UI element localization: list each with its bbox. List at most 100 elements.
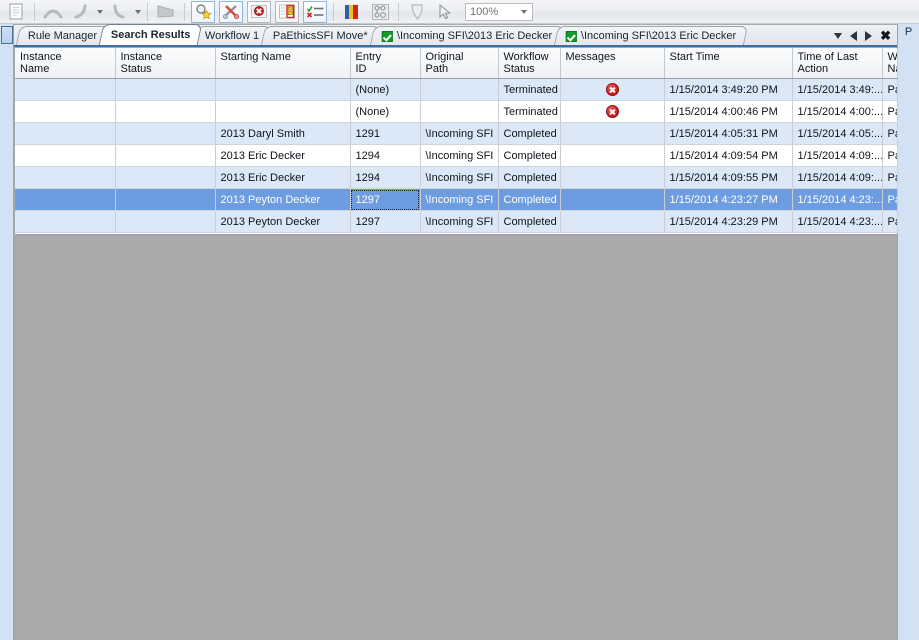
cell-start_time[interactable]: 1/15/2014 4:09:54 PM — [664, 144, 793, 167]
form-properties-icon[interactable] — [275, 0, 299, 23]
search-star-icon[interactable] — [191, 0, 215, 23]
search-results-grid[interactable]: Instance Name Instance Status Starting Nam… — [15, 48, 898, 233]
cell-time_last[interactable]: 1/15/2014 4:09:... — [792, 144, 883, 167]
cell-original_path[interactable]: \Incoming SFI — [420, 122, 499, 145]
tab-0[interactable]: Rule Manager — [15, 26, 110, 45]
cell-workflow_status[interactable]: Completed — [498, 122, 561, 145]
cell-entry_id[interactable]: (None) — [350, 78, 421, 101]
cell-instance_status[interactable] — [115, 210, 216, 233]
cell-original_path[interactable]: \Incoming SFI — [420, 144, 499, 167]
tab-list-dropdown-icon[interactable] — [834, 33, 843, 39]
curve-arc-icon[interactable] — [107, 1, 131, 23]
cell-workflow_name[interactable]: Pa — [882, 210, 898, 233]
cell-instance_name[interactable] — [15, 122, 116, 145]
cell-workflow_name[interactable]: Pa — [882, 144, 898, 167]
tab-3[interactable]: PaEthicsSFI Move* — [260, 26, 380, 45]
cell-messages[interactable] — [560, 210, 665, 233]
table-row[interactable]: 2013 Daryl Smith 1291 \Incoming SFI Complet… — [15, 122, 898, 145]
column-header-instance_name[interactable]: Instance Name — [15, 48, 116, 79]
close-tab-icon[interactable]: ✖ — [880, 29, 891, 42]
document-icon[interactable] — [4, 1, 28, 23]
redo-arc-icon[interactable] — [69, 1, 93, 23]
pan-hand-icon[interactable] — [405, 1, 429, 23]
cell-instance_name[interactable] — [15, 78, 116, 101]
chevron-down-icon[interactable] — [521, 9, 527, 14]
cell-instance_name[interactable] — [15, 210, 116, 233]
cell-original_path[interactable] — [420, 78, 499, 101]
color-bars-icon[interactable] — [340, 1, 364, 23]
table-row[interactable]: 2013 Eric Decker 1294 \Incoming SFI Complet… — [15, 144, 898, 167]
table-row[interactable]: (None) Terminated 1/15/2014 3:49:20 PM 1/15… — [15, 78, 898, 101]
cell-start_time[interactable]: 1/15/2014 4:23:29 PM — [664, 210, 793, 233]
tab-5[interactable]: \Incoming SFI\2013 Eric Decker — [553, 26, 749, 45]
stop-error-icon[interactable] — [247, 0, 271, 23]
cell-instance_status[interactable] — [115, 78, 216, 101]
undo-arc-icon[interactable] — [41, 1, 65, 23]
right-dock-panel[interactable]: P — [897, 24, 919, 640]
cell-starting_name[interactable]: 2013 Eric Decker — [215, 166, 351, 189]
cell-instance_name[interactable] — [15, 100, 116, 123]
left-dock-panel[interactable] — [0, 24, 14, 640]
cell-starting_name[interactable]: 2013 Daryl Smith — [215, 122, 351, 145]
redo-dropdown-arrow[interactable] — [95, 1, 105, 23]
undo-arc-button[interactable] — [39, 1, 67, 23]
cell-starting_name[interactable]: 2013 Eric Decker — [215, 144, 351, 167]
table-row[interactable]: 2013 Peyton Decker 1297 \Incoming SFI Compl… — [15, 210, 898, 233]
cell-instance_name[interactable] — [15, 166, 116, 189]
cell-time_last[interactable]: 1/15/2014 4:05:... — [792, 122, 883, 145]
cell-start_time[interactable]: 1/15/2014 3:49:20 PM — [664, 78, 793, 101]
column-header-entry_id[interactable]: Entry ID — [350, 48, 421, 79]
cell-messages[interactable] — [560, 100, 665, 123]
cell-start_time[interactable]: 1/15/2014 4:09:55 PM — [664, 166, 793, 189]
form-properties-button[interactable] — [273, 0, 301, 23]
curve-arc-button[interactable] — [105, 1, 133, 23]
cell-start_time[interactable]: 1/15/2014 4:00:46 PM — [664, 100, 793, 123]
table-row[interactable]: 2013 Eric Decker 1294 \Incoming SFI Complet… — [15, 166, 898, 189]
pan-hand-button[interactable] — [403, 1, 431, 23]
cell-original_path[interactable] — [420, 100, 499, 123]
cell-workflow_status[interactable]: Completed — [498, 210, 561, 233]
table-row[interactable]: (None) Terminated 1/15/2014 4:00:46 PM 1/15… — [15, 100, 898, 123]
tab-1[interactable]: Search Results — [98, 24, 203, 45]
cell-workflow_status[interactable]: Completed — [498, 144, 561, 167]
cell-workflow_name[interactable]: Pa — [882, 100, 898, 123]
left-dock-tab[interactable] — [0, 26, 13, 44]
play-arrow-button[interactable] — [152, 1, 180, 23]
cell-entry_id[interactable]: 1297 — [350, 188, 421, 211]
cell-workflow_name[interactable]: Pa — [882, 166, 898, 189]
cell-instance_status[interactable] — [115, 144, 216, 167]
cell-original_path[interactable]: \Incoming SFI — [420, 188, 499, 211]
cell-workflow_status[interactable]: Completed — [498, 188, 561, 211]
cell-messages[interactable] — [560, 166, 665, 189]
cell-entry_id[interactable]: 1291 — [350, 122, 421, 145]
select-pointer-button[interactable] — [431, 1, 459, 23]
table-row[interactable]: 2013 Peyton Decker 1297 \Incoming SFI Compl… — [15, 188, 898, 211]
column-header-instance_status[interactable]: Instance Status — [115, 48, 216, 79]
cell-starting_name[interactable]: 2013 Peyton Decker — [215, 210, 351, 233]
curve-dropdown-arrow[interactable] — [133, 1, 143, 23]
cell-instance_status[interactable] — [115, 188, 216, 211]
cell-instance_status[interactable] — [115, 166, 216, 189]
column-header-starting_name[interactable]: Starting Name — [215, 48, 351, 79]
play-arrow-icon[interactable] — [154, 1, 178, 23]
cell-time_last[interactable]: 1/15/2014 4:23:... — [792, 210, 883, 233]
cell-workflow_name[interactable]: Pa — [882, 122, 898, 145]
cell-start_time[interactable]: 1/15/2014 4:23:27 PM — [664, 188, 793, 211]
color-bars-button[interactable] — [338, 1, 366, 23]
cell-entry_id[interactable]: 1294 — [350, 144, 421, 167]
next-tab-icon[interactable] — [865, 31, 873, 41]
cell-workflow_name[interactable]: Pa — [882, 78, 898, 101]
tools-icon[interactable] — [219, 0, 243, 23]
search-star-button[interactable] — [189, 0, 217, 23]
cell-instance_name[interactable] — [15, 188, 116, 211]
process-map-icon[interactable] — [368, 1, 392, 23]
cell-time_last[interactable]: 1/15/2014 4:23:... — [792, 188, 883, 211]
column-header-start_time[interactable]: Start Time — [664, 48, 793, 79]
cell-workflow_status[interactable]: Terminated — [498, 78, 561, 101]
column-header-workflow_status[interactable]: Workflow Status — [498, 48, 561, 79]
cell-workflow_status[interactable]: Terminated — [498, 100, 561, 123]
cell-workflow_status[interactable]: Completed — [498, 166, 561, 189]
select-pointer-icon[interactable] — [433, 1, 457, 23]
cell-start_time[interactable]: 1/15/2014 4:05:31 PM — [664, 122, 793, 145]
cell-messages[interactable] — [560, 188, 665, 211]
